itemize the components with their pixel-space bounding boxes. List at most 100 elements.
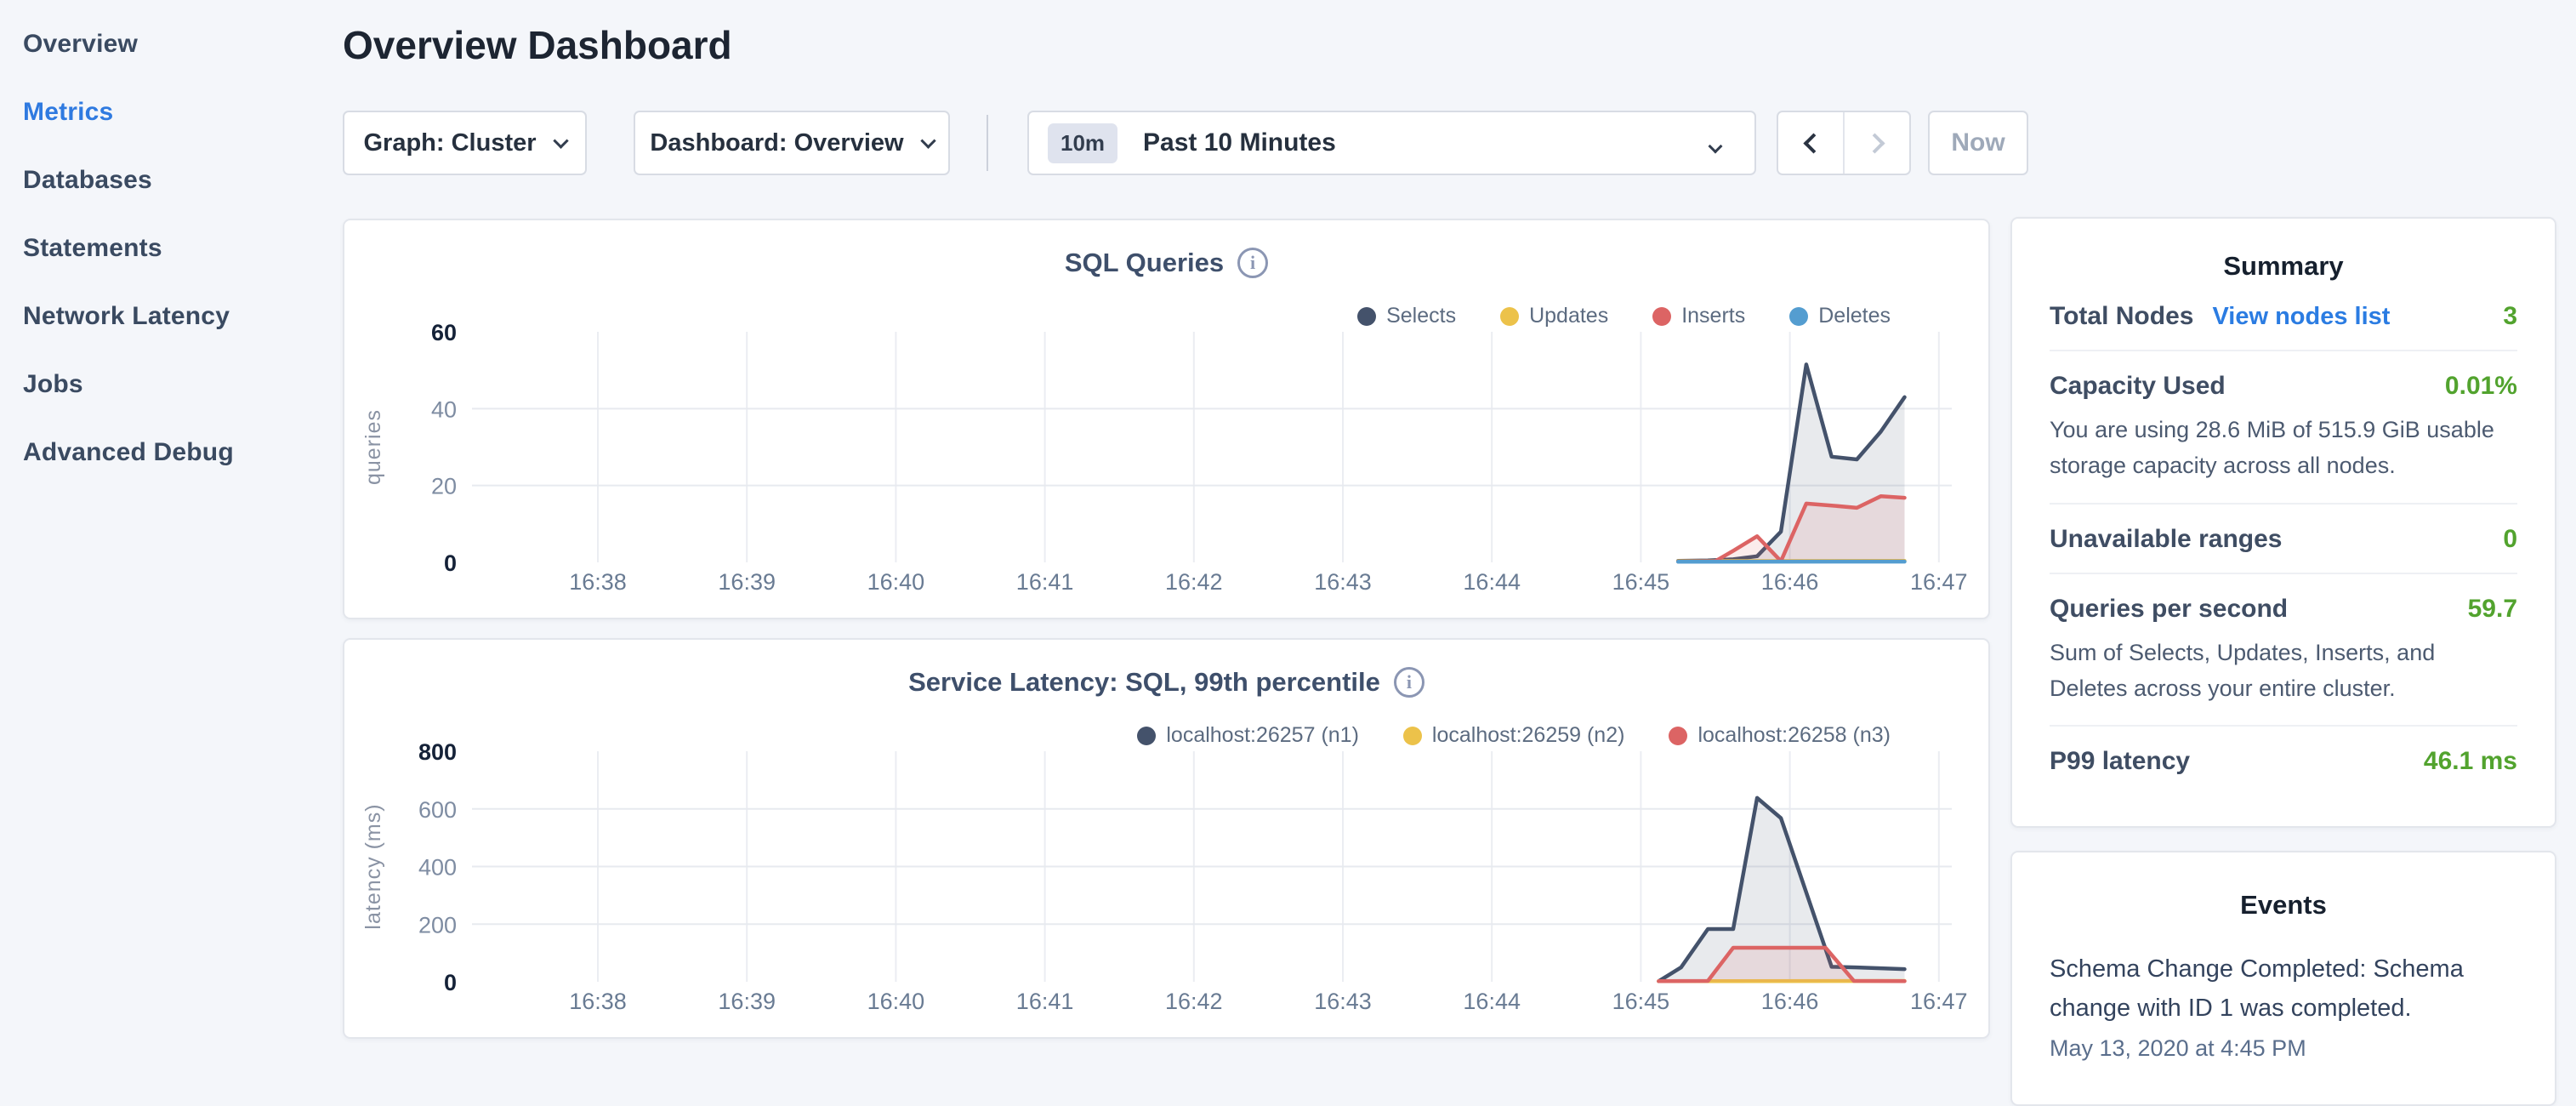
svg-text:800: 800 xyxy=(418,739,457,765)
summary-description: You are using 28.6 MiB of 515.9 GiB usab… xyxy=(2050,413,2517,484)
svg-text:queries: queries xyxy=(361,409,385,485)
svg-text:latency (ms): latency (ms) xyxy=(361,803,385,929)
svg-text:0: 0 xyxy=(444,970,457,995)
time-range-badge: 10m xyxy=(1048,123,1117,163)
sidebar-item-databases[interactable]: Databases xyxy=(0,146,343,214)
legend-item: localhost:26259 (n2) xyxy=(1403,723,1625,748)
svg-text:16:42: 16:42 xyxy=(1165,989,1223,1014)
svg-text:0: 0 xyxy=(444,550,457,576)
svg-text:16:47: 16:47 xyxy=(1910,989,1968,1014)
events-panel: Events Schema Change Completed: Schema c… xyxy=(2010,851,2556,1106)
svg-text:16:41: 16:41 xyxy=(1016,569,1074,595)
summary-value: 3 xyxy=(2503,302,2517,331)
chevron-down-icon xyxy=(920,133,935,148)
sql-queries-chart-card: 16:3816:3916:4016:4116:4216:4316:4416:45… xyxy=(343,219,1990,619)
legend-dot-icon xyxy=(1500,307,1519,326)
event-text: Schema Change Completed: Schema change w… xyxy=(2050,949,2517,1029)
legend-item: localhost:26257 (n1) xyxy=(1137,723,1359,748)
chevron-down-icon xyxy=(1709,140,1723,154)
chart-title: Service Latency: SQL, 99th percentile xyxy=(908,667,1380,698)
svg-text:16:43: 16:43 xyxy=(1314,989,1372,1014)
svg-text:16:38: 16:38 xyxy=(569,989,627,1014)
time-back-button[interactable] xyxy=(1778,112,1843,174)
chevron-left-icon xyxy=(1803,133,1823,153)
legend-label: Inserts xyxy=(1681,304,1745,328)
summary-value: 59.7 xyxy=(2468,595,2517,624)
svg-text:16:39: 16:39 xyxy=(718,569,776,595)
graph-dropdown-label: Graph: Cluster xyxy=(363,129,536,157)
svg-text:16:47: 16:47 xyxy=(1910,569,1968,595)
legend-item: Deletes xyxy=(1789,304,1891,328)
legend-label: localhost:26257 (n1) xyxy=(1166,723,1359,748)
time-forward-button[interactable] xyxy=(1843,112,1909,174)
sidebar-item-network-latency[interactable]: Network Latency xyxy=(0,282,343,351)
chart-legend: Selects Updates Inserts Deletes xyxy=(1357,304,1891,328)
legend-item: Selects xyxy=(1357,304,1456,328)
view-nodes-list-link[interactable]: View nodes list xyxy=(2212,303,2390,331)
summary-value: 46.1 ms xyxy=(2424,747,2517,776)
sidebar-item-jobs[interactable]: Jobs xyxy=(0,351,343,419)
legend-dot-icon xyxy=(1789,307,1808,326)
sidebar-item-overview[interactable]: Overview xyxy=(0,10,343,78)
event-timestamp: May 13, 2020 at 4:45 PM xyxy=(2050,1035,2517,1062)
svg-text:400: 400 xyxy=(418,855,457,881)
sidebar-item-statements[interactable]: Statements xyxy=(0,214,343,282)
legend-label: localhost:26258 (n3) xyxy=(1697,723,1891,748)
page-title: Overview Dashboard xyxy=(343,22,732,68)
chevron-right-icon xyxy=(1864,133,1885,153)
sidebar: Overview Metrics Databases Statements Ne… xyxy=(0,0,343,1052)
summary-label: Unavailable ranges xyxy=(2050,525,2282,554)
summary-row-total-nodes: Total Nodes View nodes list 3 xyxy=(2050,282,2517,350)
time-nav-arrows xyxy=(1777,111,1911,175)
svg-text:16:40: 16:40 xyxy=(867,989,925,1014)
sql-queries-chart[interactable]: 16:3816:3916:4016:4116:4216:4316:4416:45… xyxy=(344,220,1992,621)
dashboard-dropdown-label: Dashboard: Overview xyxy=(650,129,903,157)
main-content: Overview Dashboard Graph: Cluster Dashbo… xyxy=(343,0,2576,1052)
summary-label: Total Nodes xyxy=(2050,302,2193,331)
svg-text:16:46: 16:46 xyxy=(1761,989,1819,1014)
time-range-dropdown[interactable]: 10m Past 10 Minutes xyxy=(1027,111,1756,175)
svg-text:16:45: 16:45 xyxy=(1612,989,1670,1014)
sidebar-item-metrics[interactable]: Metrics xyxy=(0,78,343,146)
summary-label: P99 latency xyxy=(2050,747,2190,776)
svg-text:16:41: 16:41 xyxy=(1016,989,1074,1014)
time-range-label: Past 10 Minutes xyxy=(1143,128,1336,157)
now-button[interactable]: Now xyxy=(1928,111,2028,175)
svg-text:200: 200 xyxy=(418,912,457,938)
legend-dot-icon xyxy=(1357,307,1376,326)
chevron-down-icon xyxy=(553,133,568,148)
legend-label: Selects xyxy=(1386,304,1456,328)
service-latency-chart[interactable]: 16:3816:3916:4016:4116:4216:4316:4416:45… xyxy=(344,640,1992,1040)
svg-text:16:44: 16:44 xyxy=(1463,569,1521,595)
legend-label: Deletes xyxy=(1818,304,1891,328)
summary-title: Summary xyxy=(2050,251,2517,282)
legend-item: Inserts xyxy=(1652,304,1745,328)
events-title: Events xyxy=(2050,890,2517,921)
legend-label: Updates xyxy=(1529,304,1608,328)
summary-description: Sum of Selects, Updates, Inserts, and De… xyxy=(2050,636,2517,707)
summary-label: Capacity Used xyxy=(2050,372,2226,401)
info-icon[interactable]: i xyxy=(1394,667,1424,698)
svg-text:16:43: 16:43 xyxy=(1314,569,1372,595)
svg-text:40: 40 xyxy=(431,396,457,422)
dashboard-dropdown[interactable]: Dashboard: Overview xyxy=(634,111,950,175)
svg-text:16:46: 16:46 xyxy=(1761,569,1819,595)
svg-text:16:38: 16:38 xyxy=(569,569,627,595)
sidebar-item-advanced-debug[interactable]: Advanced Debug xyxy=(0,419,343,487)
legend-dot-icon xyxy=(1403,727,1422,745)
graph-dropdown[interactable]: Graph: Cluster xyxy=(343,111,587,175)
legend-dot-icon xyxy=(1137,727,1156,745)
summary-value: 0.01% xyxy=(2445,372,2517,401)
summary-row-capacity-used: Capacity Used 0.01% You are using 28.6 M… xyxy=(2050,350,2517,503)
toolbar-divider xyxy=(987,115,988,171)
svg-text:20: 20 xyxy=(431,474,457,499)
summary-row-p99-latency: P99 latency 46.1 ms xyxy=(2050,725,2517,795)
summary-value: 0 xyxy=(2503,525,2517,554)
svg-text:16:44: 16:44 xyxy=(1463,989,1521,1014)
summary-label: Queries per second xyxy=(2050,595,2288,624)
service-latency-chart-card: 16:3816:3916:4016:4116:4216:4316:4416:45… xyxy=(343,638,1990,1039)
legend-item: localhost:26258 (n3) xyxy=(1669,723,1891,748)
info-icon[interactable]: i xyxy=(1237,248,1268,278)
event-list-item: Schema Change Completed: Schema change w… xyxy=(2050,949,2517,1062)
legend-dot-icon xyxy=(1652,307,1671,326)
